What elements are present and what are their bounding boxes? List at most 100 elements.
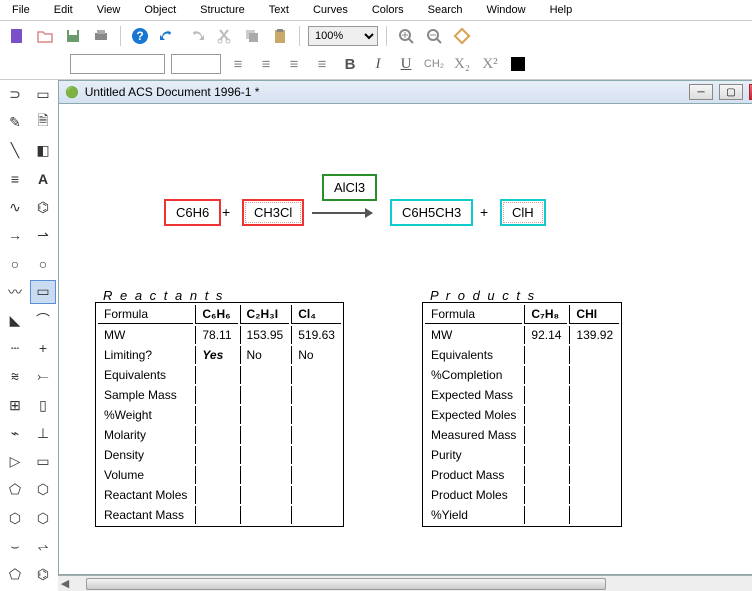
zoom-in-icon[interactable]	[395, 25, 417, 47]
chair-tool-icon[interactable]: ⥋	[30, 534, 56, 558]
save-icon[interactable]	[62, 25, 84, 47]
marquee-tool-icon[interactable]: ▭	[30, 82, 56, 106]
play-tool-icon[interactable]: ▷	[2, 450, 28, 474]
paste-icon[interactable]	[269, 25, 291, 47]
circle-tool-icon[interactable]: ○	[30, 252, 56, 276]
hexagon3-tool-icon[interactable]: ⬡	[30, 506, 56, 530]
menu-view[interactable]: View	[93, 2, 125, 18]
pen-tool-icon[interactable]: ✎	[2, 110, 28, 134]
menu-colors[interactable]: Colors	[368, 2, 408, 18]
half-arrow-tool-icon[interactable]: ⇀	[30, 223, 56, 247]
p-h-emol: Expected Moles	[425, 406, 522, 424]
pentagon2-tool-icon[interactable]: ⬠	[2, 563, 28, 587]
plus-tool-icon[interactable]: +	[30, 336, 56, 360]
menu-structure[interactable]: Structure	[196, 2, 249, 18]
app-icon: 🟢	[65, 86, 79, 99]
zoom-out-icon[interactable]	[423, 25, 445, 47]
copy-icon[interactable]	[241, 25, 263, 47]
eraser-tool-icon[interactable]: ◧	[30, 139, 56, 163]
minimize-button[interactable]: ─	[689, 84, 713, 100]
p-c2-mw: 139.92	[569, 326, 619, 344]
menu-search[interactable]: Search	[424, 2, 467, 18]
products-table[interactable]: Formula C₇H₈ CHI MW92.14139.92 Equivalen…	[422, 302, 622, 527]
menu-curves[interactable]: Curves	[309, 2, 352, 18]
print-icon[interactable]	[90, 25, 112, 47]
text-tool-icon[interactable]: A	[30, 167, 56, 191]
reactant-1-box[interactable]: C6H6	[164, 199, 221, 226]
maximize-button[interactable]: ▢	[719, 84, 743, 100]
align-justify-icon[interactable]: ≡	[311, 53, 333, 75]
redo-icon[interactable]	[185, 25, 207, 47]
arc-tool-icon[interactable]: ⌒	[30, 308, 56, 332]
color-button[interactable]	[507, 53, 529, 75]
product-1-box[interactable]: C6H5CH3	[390, 199, 473, 226]
font-combo[interactable]	[70, 54, 165, 74]
align-left-icon[interactable]: ≡	[227, 53, 249, 75]
benzene2-tool-icon[interactable]: ⌬	[30, 563, 56, 587]
doc-tool-icon[interactable]: 🗎	[30, 110, 56, 134]
superscript-button[interactable]: X²	[479, 53, 501, 75]
multiline-tool-icon[interactable]: ≡	[2, 167, 28, 191]
window-tool-icon[interactable]: ▯	[30, 393, 56, 417]
menu-window[interactable]: Window	[482, 2, 529, 18]
subscript-button[interactable]: X₂	[451, 53, 473, 75]
size-combo[interactable]	[171, 54, 221, 74]
p-h-eq: Equivalents	[425, 346, 522, 364]
reaction-arrow[interactable]	[312, 212, 372, 214]
canvas-scroll[interactable]: C6H6 + CH3Cl AlCl3 C6H5CH3 + ClH R e a c…	[58, 104, 752, 575]
benzene-tool-icon[interactable]: ⌬	[30, 195, 56, 219]
plus-1: +	[222, 204, 230, 220]
product-2-box[interactable]: ClH	[500, 199, 546, 226]
freehand-tool-icon[interactable]: 〰	[2, 280, 28, 304]
rect2-tool-icon[interactable]: ▭	[30, 450, 56, 474]
menu-file[interactable]: File	[8, 2, 34, 18]
zoom-select[interactable]: 100%	[308, 26, 378, 46]
help-icon[interactable]: ?	[129, 25, 151, 47]
menu-object[interactable]: Object	[140, 2, 180, 18]
r-h-den: Density	[98, 446, 193, 464]
wavy-tool-icon[interactable]: ⩬	[2, 365, 28, 389]
hexagon2-tool-icon[interactable]: ⬡	[2, 506, 28, 530]
hexagon-tool-icon[interactable]: ⬡	[30, 478, 56, 502]
p-h-emass: Expected Mass	[425, 386, 522, 404]
italic-button[interactable]: I	[367, 53, 389, 75]
bracket-tool-icon[interactable]: ⤚	[30, 365, 56, 389]
align-right-icon[interactable]: ≡	[283, 53, 305, 75]
new-icon[interactable]	[6, 25, 28, 47]
rotate-icon[interactable]	[451, 25, 473, 47]
formula-button[interactable]: CH₂	[423, 53, 445, 75]
arrow-tool-icon[interactable]: →	[2, 223, 28, 247]
curve-tool-icon[interactable]: ∿	[2, 195, 28, 219]
undo-icon[interactable]	[157, 25, 179, 47]
cut-icon[interactable]	[213, 25, 235, 47]
r-h-vol: Volume	[98, 466, 193, 484]
r-c3-mw: 519.63	[291, 326, 341, 344]
r-c1-lim: Yes	[195, 346, 237, 364]
bold-button[interactable]: B	[339, 53, 361, 75]
scroll-left-icon[interactable]: ◀	[58, 577, 72, 591]
underline-button[interactable]: U	[395, 53, 417, 75]
open-icon[interactable]	[34, 25, 56, 47]
menu-text[interactable]: Text	[265, 2, 293, 18]
oval-tool-icon[interactable]: ○	[2, 252, 28, 276]
align-center-icon[interactable]: ≡	[255, 53, 277, 75]
wedge-tool-icon[interactable]: ◣	[2, 308, 28, 332]
drawing-canvas[interactable]: C6H6 + CH3Cl AlCl3 C6H5CH3 + ClH R e a c…	[59, 104, 752, 575]
menubar: File Edit View Object Structure Text Cur…	[0, 0, 752, 21]
reactants-table[interactable]: Formula C₆H₆ C₂H₃I Cl₄ MW78.11153.95519.…	[95, 302, 344, 527]
dash-tool-icon[interactable]: ┄	[2, 336, 28, 360]
rect-tool-icon[interactable]: ▭	[30, 280, 56, 304]
boat-tool-icon[interactable]: ⌣	[2, 534, 28, 558]
r-c1-mw: 78.11	[195, 326, 237, 344]
menu-help[interactable]: Help	[546, 2, 577, 18]
zigzag-tool-icon[interactable]: ⌁	[2, 421, 28, 445]
menu-edit[interactable]: Edit	[50, 2, 77, 18]
lasso-tool-icon[interactable]: ⊃	[2, 82, 28, 106]
line-tool-icon[interactable]: ╲	[2, 139, 28, 163]
pentagon-tool-icon[interactable]: ⬠	[2, 478, 28, 502]
scroll-thumb[interactable]	[86, 578, 606, 590]
catalyst-box[interactable]: AlCl3	[322, 174, 377, 201]
stamp-tool-icon[interactable]: ⊥	[30, 421, 56, 445]
reactant-2-box[interactable]: CH3Cl	[242, 199, 304, 226]
table-tool-icon[interactable]: ⊞	[2, 393, 28, 417]
